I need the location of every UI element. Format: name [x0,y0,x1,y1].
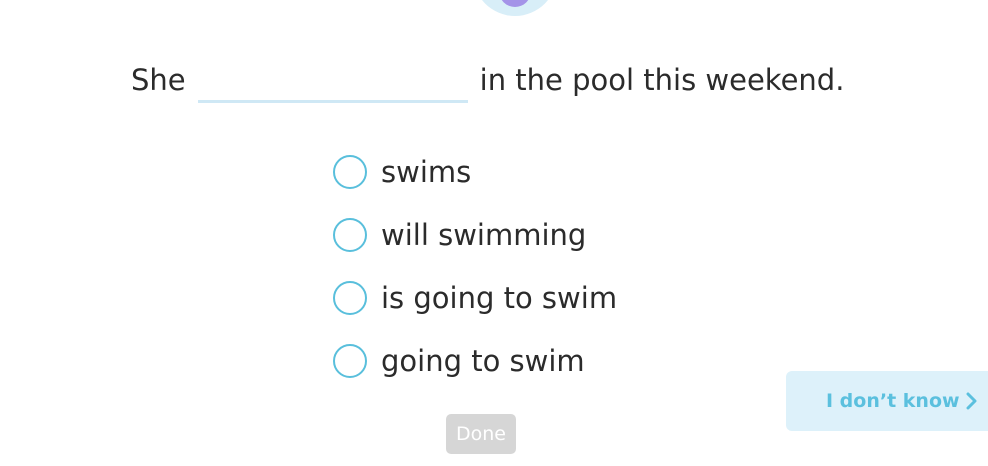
answer-options: swims will swimming is going to swim goi… [332,152,617,404]
avatar-image [499,0,531,7]
option-label: will swimming [381,218,587,252]
i-dont-know-button[interactable]: I don’t know [786,371,988,431]
question-sentence: She in the pool this weekend. [131,58,844,104]
i-dont-know-label: I don’t know [826,390,960,412]
radio-button[interactable] [333,281,367,315]
option-will-swimming[interactable]: will swimming [332,215,617,255]
answer-blank [197,58,468,103]
option-label: is going to swim [381,281,618,315]
option-label: going to swim [381,344,585,378]
avatar [473,0,557,16]
option-going-to-swim[interactable]: going to swim [332,341,617,381]
question-prefix: She [131,63,186,97]
radio-button[interactable] [333,218,367,252]
option-label: swims [381,155,472,189]
option-swims[interactable]: swims [332,152,617,192]
question-suffix: in the pool this weekend. [479,63,845,97]
radio-button[interactable] [333,155,367,189]
quiz-stage: She in the pool this weekend. swims will… [0,0,988,466]
option-is-going-to-swim[interactable]: is going to swim [332,278,617,318]
done-button[interactable]: Done [446,414,516,454]
chevron-right-icon [966,392,977,410]
radio-button[interactable] [333,344,367,378]
